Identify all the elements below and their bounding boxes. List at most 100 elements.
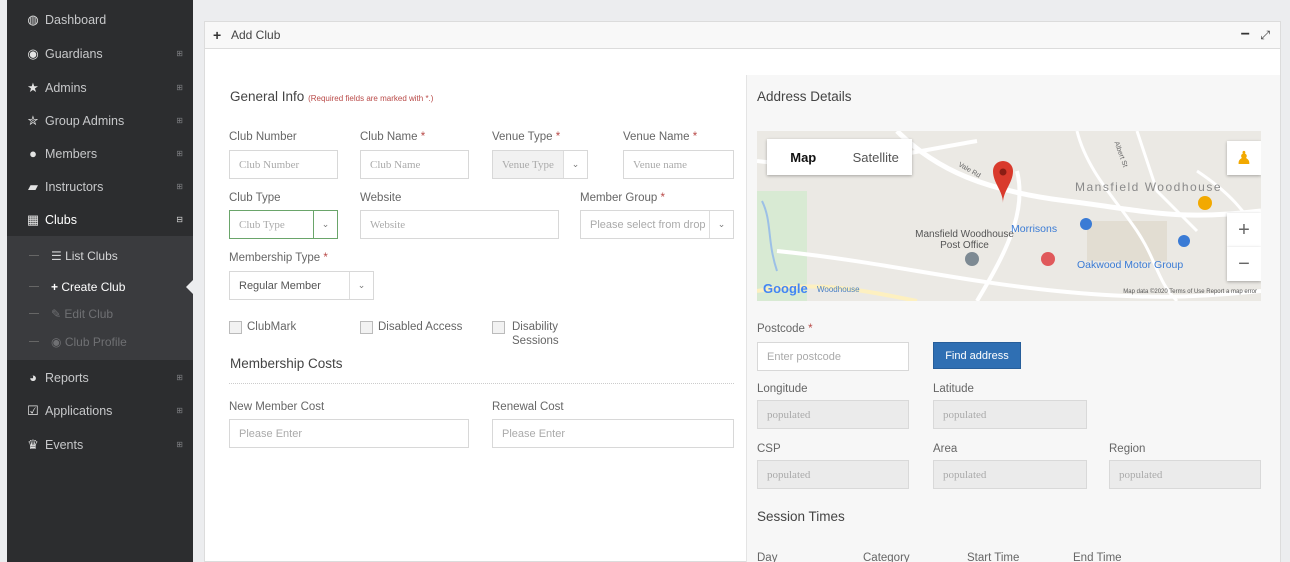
sidebar-item-label: Clubs: [45, 212, 77, 227]
star-outline-icon: ✮: [27, 112, 39, 128]
submenu-item-label: ◉ Club Profile: [51, 334, 127, 349]
region-label: Region: [1109, 443, 1146, 455]
area-label: Area: [933, 443, 958, 455]
sidebar-item-reports[interactable]: ◕ Reports ⊞: [7, 361, 193, 394]
chevron-down-icon: ⌄: [563, 151, 587, 178]
new-member-cost-input[interactable]: Please Enter: [229, 419, 469, 448]
chevron-down-icon: ⌄: [313, 211, 337, 238]
club-number-label: Club Number: [229, 131, 297, 143]
find-address-button[interactable]: Find address: [933, 342, 1021, 369]
chevron-down-icon: ⌄: [709, 211, 733, 238]
club-name-label: Club Name *: [360, 131, 426, 143]
csp-label: CSP: [757, 443, 781, 455]
expand-icon: ⊞: [176, 149, 183, 158]
sidebar-item-guardians[interactable]: ◉ Guardians ⊞: [7, 37, 193, 70]
clubs-submenu: ☰ List Clubs + Create Club ✎ Edit Club ◉…: [7, 236, 193, 360]
edit-icon: ✎: [51, 306, 65, 321]
map-label-morrisons: Morrisons: [1011, 223, 1058, 235]
sidebar-item-group-admins[interactable]: ✮ Group Admins ⊞: [7, 104, 193, 137]
expand-icon: ⊞: [176, 373, 183, 382]
region-field: populated: [1109, 460, 1261, 489]
panel-header: + Add Club − ⤢: [205, 22, 1280, 49]
list-icon: ☰: [51, 248, 66, 263]
disabled-access-checkbox[interactable]: [360, 321, 373, 334]
sidebar-item-label: Reports: [45, 370, 89, 385]
venue-name-input[interactable]: Venue name: [623, 150, 734, 179]
sidebar-item-events[interactable]: ♛ Events ⊞: [7, 428, 193, 461]
submenu-item-label: ☰ List Clubs: [51, 248, 118, 263]
pie-chart-icon: ◕: [29, 370, 37, 385]
map-footer[interactable]: Map data ©2020 Terms of Use Report a map…: [1123, 289, 1257, 295]
section-divider: [229, 383, 734, 384]
submenu-item-club-profile[interactable]: ◉ Club Profile: [7, 326, 193, 357]
sidebar-item-applications[interactable]: ☑ Applications ⊞: [7, 394, 193, 427]
latitude-field: populated: [933, 400, 1087, 429]
submenu-item-label: + Create Club: [51, 279, 126, 294]
required-note: (Required fields are marked with *.): [308, 94, 434, 103]
sidebar-item-label: Members: [45, 146, 98, 161]
expand-icon: ⊞: [176, 182, 183, 191]
submenu-item-label: ✎ Edit Club: [51, 306, 114, 321]
club-type-label: Club Type: [229, 192, 281, 204]
minimize-button[interactable]: −: [1241, 26, 1250, 44]
clubmark-checkbox[interactable]: [229, 321, 242, 334]
sidebar-item-label: Guardians: [45, 46, 103, 61]
club-name-input[interactable]: Club Name: [360, 150, 469, 179]
submenu-item-edit-club[interactable]: ✎ Edit Club: [7, 298, 193, 329]
zoom-out-button[interactable]: −: [1227, 247, 1261, 281]
tree-connector: [29, 255, 39, 256]
column-header-start-time: Start Time: [967, 552, 1020, 562]
postcode-label: Postcode *: [757, 323, 813, 335]
expand-icon: ⊞: [176, 406, 183, 415]
map-label-oakwood: Oakwood Motor Group: [1077, 259, 1184, 271]
general-info-section: General Info (Required fields are marked…: [205, 75, 745, 562]
latitude-label: Latitude: [933, 383, 974, 395]
expand-icon: ⊞: [176, 440, 183, 449]
sidebar-item-members[interactable]: ● Members ⊞: [7, 137, 193, 170]
map-label-post-office: Mansfield Woodhouse Post Office: [915, 229, 1014, 251]
map-label-woodhouse: Woodhouse: [817, 285, 860, 294]
clubmark-label: ClubMark: [247, 321, 297, 333]
maximize-button[interactable]: ⤢: [1260, 28, 1270, 43]
sidebar-item-dashboard[interactable]: ◍ Dashboard: [7, 3, 193, 36]
column-header-category: Category: [863, 552, 910, 562]
csp-field: populated: [757, 460, 909, 489]
add-club-panel: + Add Club − ⤢ General Info (Required fi…: [204, 21, 1281, 562]
plus-icon: +: [51, 279, 62, 294]
longitude-label: Longitude: [757, 383, 808, 395]
submenu-item-list-clubs[interactable]: ☰ List Clubs: [7, 240, 193, 271]
venue-type-select[interactable]: Venue Type ⌄: [492, 150, 588, 179]
tree-connector: [29, 313, 39, 314]
address-details-heading: Address Details: [757, 89, 852, 104]
expand-icon: ⊞: [176, 49, 183, 58]
club-type-select[interactable]: Club Type ⌄: [229, 210, 338, 239]
membership-type-select[interactable]: Regular Member ⌄: [229, 271, 374, 300]
sidebar-item-label: Applications: [45, 403, 113, 418]
new-member-cost-label: New Member Cost: [229, 401, 325, 413]
postcode-input[interactable]: Enter postcode: [757, 342, 909, 371]
satellite-view-button[interactable]: Satellite: [840, 139, 913, 175]
sidebar-item-clubs[interactable]: ▦ Clubs ⊟: [7, 203, 193, 236]
user-icon: ●: [29, 146, 37, 161]
map-view-button[interactable]: Map: [767, 139, 840, 175]
column-header-day: Day: [757, 552, 778, 562]
graduation-icon: ▰: [28, 178, 38, 194]
star-icon: ★: [27, 79, 39, 95]
longitude-field: populated: [757, 400, 909, 429]
area-field: populated: [933, 460, 1087, 489]
expand-icon: ⊞: [176, 116, 183, 125]
club-number-input[interactable]: Club Number: [229, 150, 338, 179]
member-group-label: Member Group *: [580, 192, 666, 204]
building-icon: ▦: [26, 211, 40, 227]
map-embed[interactable]: Map Satellite ♟ + − Mansfield Woodhouse …: [757, 131, 1261, 301]
sidebar-item-admins[interactable]: ★ Admins ⊞: [7, 71, 193, 104]
zoom-in-button[interactable]: +: [1227, 213, 1261, 247]
sidebar-item-instructors[interactable]: ▰ Instructors ⊞: [7, 170, 193, 203]
member-group-select[interactable]: Please select from drop ⌄: [580, 210, 734, 239]
renewal-cost-label: Renewal Cost: [492, 401, 564, 413]
guardian-icon: ◉: [27, 45, 39, 61]
website-input[interactable]: Website: [360, 210, 559, 239]
venue-name-label: Venue Name *: [623, 131, 698, 143]
renewal-cost-input[interactable]: Please Enter: [492, 419, 734, 448]
street-view-pegman-icon[interactable]: ♟: [1227, 141, 1261, 175]
